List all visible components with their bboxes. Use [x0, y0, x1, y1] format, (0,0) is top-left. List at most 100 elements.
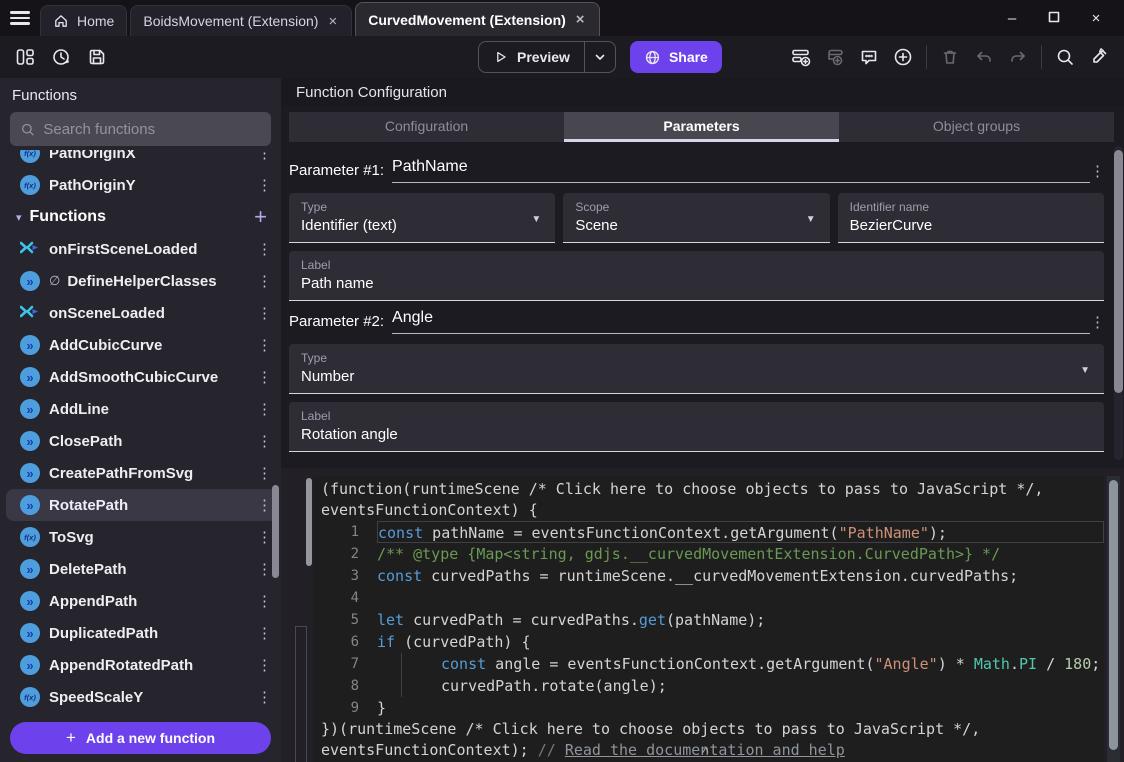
collapse-caret-icon[interactable]: ^	[703, 745, 709, 760]
parameter-1-name-input[interactable]: PathName	[392, 158, 1090, 183]
item-menu-icon[interactable]: ⋮	[257, 432, 271, 450]
sidebar-item-speedscaley[interactable]: f(x)SpeedScaleY⋮	[6, 681, 277, 713]
home-icon	[53, 13, 69, 29]
parameter-1-scope-select[interactable]: Scope Scene ▼	[563, 193, 829, 243]
item-menu-icon[interactable]: ⋮	[257, 272, 271, 290]
sidebar-item-duplicatedpath[interactable]: »DuplicatedPath⋮	[6, 617, 277, 649]
code-line[interactable]: 4	[321, 587, 1104, 609]
sidebar-item-rotatepath[interactable]: »RotatePath⋮	[6, 489, 277, 521]
sidebar-item-createpathfromsvg[interactable]: »CreatePathFromSvg⋮	[6, 457, 277, 489]
preview-options-button[interactable]	[584, 42, 615, 72]
item-menu-icon[interactable]: ⋮	[257, 368, 271, 386]
item-menu-icon[interactable]: ⋮	[257, 528, 271, 546]
sidebar-item-addsmoothcubiccurve[interactable]: »AddSmoothCubicCurve⋮	[6, 361, 277, 393]
tab-configuration[interactable]: Configuration	[289, 112, 564, 142]
close-tab-icon[interactable]: ×	[574, 11, 587, 28]
sidebar-item-appendrotatedpath[interactable]: »AppendRotatedPath⋮	[6, 649, 277, 681]
code-line[interactable]: 9}	[321, 697, 1104, 719]
tab-object-groups[interactable]: Object groups	[839, 112, 1114, 142]
item-menu-icon[interactable]: ⋮	[257, 400, 271, 418]
sidebar-item-tosvg[interactable]: f(x)ToSvg⋮	[6, 521, 277, 553]
code-wrapper-line[interactable]: (function(runtimeScene /* Click here to …	[321, 479, 1104, 500]
sidebar-item-deletepath[interactable]: »DeletePath⋮	[6, 553, 277, 585]
sidebar-item-addline[interactable]: »AddLine⋮	[6, 393, 277, 425]
sidebar-item-pathoriginy[interactable]: f(x)PathOriginY⋮	[6, 169, 277, 201]
item-menu-icon[interactable]: ⋮	[257, 656, 271, 674]
open-panels-icon[interactable]	[10, 42, 40, 72]
code-scrollbar-thumb[interactable]	[1109, 480, 1118, 750]
redo-icon[interactable]	[1003, 42, 1033, 72]
item-menu-icon[interactable]: ⋮	[257, 336, 271, 354]
history-icon[interactable]	[46, 42, 76, 72]
sidebar-item-definehelperclasses[interactable]: »∅DefineHelperClasses⋮	[6, 265, 277, 297]
sidebar-item-onfirstsceneloaded[interactable]: onFirstSceneLoaded⋮	[6, 233, 277, 265]
undo-icon[interactable]	[969, 42, 999, 72]
save-icon[interactable]	[82, 42, 112, 72]
sidebar-item-closepath[interactable]: »ClosePath⋮	[6, 425, 277, 457]
parameter-1-type-select[interactable]: Type Identifier (text) ▼	[289, 193, 555, 243]
search-functions-box[interactable]	[10, 112, 271, 146]
code-wrapper-line[interactable]: })(runtimeScene /* Click here to choose …	[321, 719, 1104, 740]
tab-parameters[interactable]: Parameters	[564, 112, 839, 142]
parameter-2-type-select[interactable]: Type Number ▼	[289, 344, 1104, 394]
share-button[interactable]: Share	[630, 41, 722, 73]
tab-curvedmovement[interactable]: CurvedMovement (Extension) ×	[355, 2, 599, 36]
functions-section-header[interactable]: ▾ Functions +	[6, 201, 277, 233]
tab-boidsmovement[interactable]: BoidsMovement (Extension) ×	[130, 5, 352, 36]
item-menu-icon[interactable]: ⋮	[257, 592, 271, 610]
parameter-1-header: Parameter #1: PathName ⋮	[289, 158, 1104, 183]
sidebar-item-appendpath[interactable]: »AppendPath⋮	[6, 585, 277, 617]
minimize-button[interactable]: –	[998, 10, 1026, 27]
add-event-icon[interactable]	[786, 42, 816, 72]
event-drag-handle[interactable]	[306, 478, 312, 566]
item-menu-icon[interactable]: ⋮	[257, 624, 271, 642]
code-line[interactable]: 8curvedPath.rotate(angle);	[321, 675, 1104, 697]
code-line[interactable]: 7const angle = eventsFunctionContext.get…	[321, 653, 1104, 675]
parameter-2-label-input[interactable]: Label Rotation angle	[289, 402, 1104, 452]
item-menu-icon[interactable]: ⋮	[257, 496, 271, 514]
parameter-2-menu-icon[interactable]: ⋮	[1090, 313, 1104, 331]
parameters-scrollbar-thumb[interactable]	[1114, 150, 1123, 393]
edit-extension-icon[interactable]	[1084, 42, 1114, 72]
item-menu-icon[interactable]: ⋮	[257, 150, 271, 162]
maximize-button[interactable]	[1040, 10, 1068, 27]
parameter-1-menu-icon[interactable]: ⋮	[1090, 162, 1104, 180]
add-circle-icon[interactable]	[888, 42, 918, 72]
parameter-1-identifier-input[interactable]: Identifier name BezierCurve	[838, 193, 1104, 243]
item-menu-icon[interactable]: ⋮	[257, 560, 271, 578]
item-menu-icon[interactable]: ⋮	[257, 688, 271, 706]
code-line[interactable]: 1const pathName = eventsFunctionContext.…	[321, 521, 1104, 543]
parameter-1-label-input[interactable]: Label Path name	[289, 251, 1104, 301]
close-tab-icon[interactable]: ×	[326, 13, 339, 30]
item-menu-icon[interactable]: ⋮	[257, 464, 271, 482]
field-value: Scene	[575, 217, 817, 234]
code-editor[interactable]: (function(runtimeScene /* Click here to …	[313, 476, 1104, 762]
preview-button[interactable]: Preview	[479, 42, 584, 72]
search-functions-input[interactable]	[43, 121, 261, 138]
code-line[interactable]: 6if (curvedPath) {	[321, 631, 1104, 653]
item-menu-icon[interactable]: ⋮	[257, 304, 271, 322]
code-line[interactable]: 5let curvedPath = curvedPaths.get(pathNa…	[321, 609, 1104, 631]
sidebar-item-addcubiccurve[interactable]: »AddCubicCurve⋮	[6, 329, 277, 361]
collapse-triangle-icon[interactable]: ▾	[16, 211, 22, 224]
code-line[interactable]: 3const curvedPaths = runtimeScene.__curv…	[321, 565, 1104, 587]
delete-icon[interactable]	[935, 42, 965, 72]
add-comment-icon[interactable]	[854, 42, 884, 72]
expression-function-icon: f(x)	[20, 687, 40, 707]
action-function-icon: »	[20, 623, 40, 643]
close-button[interactable]: ×	[1082, 10, 1110, 27]
line-number: 8	[321, 676, 377, 697]
add-function-plus-icon[interactable]: +	[254, 206, 267, 228]
search-icon[interactable]	[1050, 42, 1080, 72]
sidebar-item-onsceneloaded[interactable]: onSceneLoaded⋮	[6, 297, 277, 329]
item-menu-icon[interactable]: ⋮	[257, 176, 271, 194]
item-menu-icon[interactable]: ⋮	[257, 240, 271, 258]
parameter-2-name-input[interactable]: Angle	[392, 309, 1090, 334]
main-menu-icon[interactable]	[0, 0, 40, 36]
add-subevent-icon[interactable]	[820, 42, 850, 72]
sidebar-item-pathoriginx[interactable]: f(x)PathOriginX⋮	[6, 150, 277, 169]
add-new-function-button[interactable]: + Add a new function	[10, 722, 271, 754]
code-line[interactable]: 2/** @type {Map<string, gdjs.__curvedMov…	[321, 543, 1104, 565]
sidebar-scrollbar[interactable]	[272, 485, 279, 578]
tab-home[interactable]: Home	[40, 5, 127, 36]
